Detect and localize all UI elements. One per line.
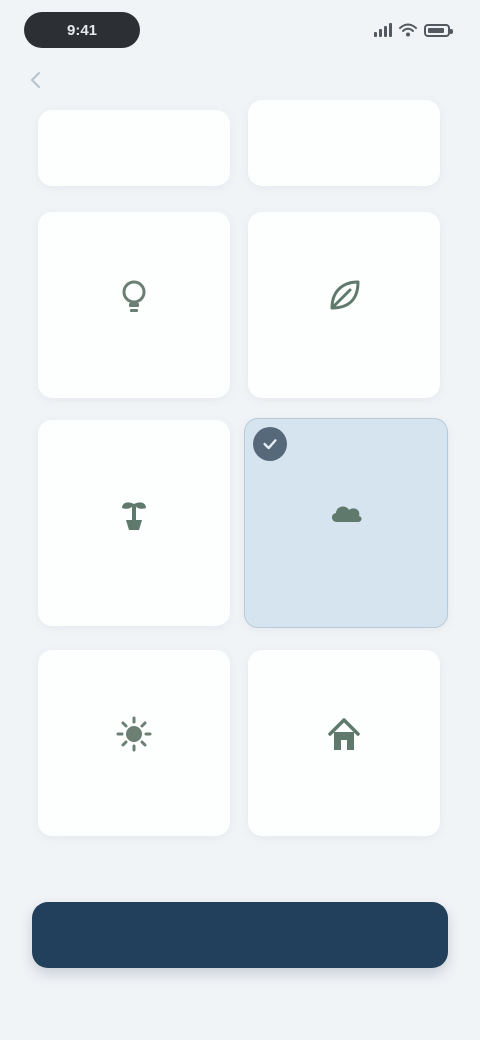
check-icon: [253, 427, 287, 461]
screen: 9:41: [0, 0, 480, 1040]
option-grid: [0, 0, 480, 860]
option-card-5[interactable]: [38, 420, 230, 626]
option-card-6[interactable]: [244, 418, 448, 628]
house-icon: [324, 714, 364, 754]
option-card-7[interactable]: [38, 650, 230, 836]
option-card-3[interactable]: [38, 212, 230, 398]
leaf-icon: [324, 276, 364, 316]
bulb-icon: [114, 276, 154, 316]
continue-button[interactable]: [32, 902, 448, 968]
plant-icon: [114, 494, 154, 534]
option-card-8[interactable]: [248, 650, 440, 836]
option-card-4[interactable]: [248, 212, 440, 398]
option-card-2[interactable]: [248, 100, 440, 186]
cloud-icon: [326, 494, 366, 534]
sun-icon: [114, 714, 154, 754]
option-card-1[interactable]: [38, 110, 230, 186]
